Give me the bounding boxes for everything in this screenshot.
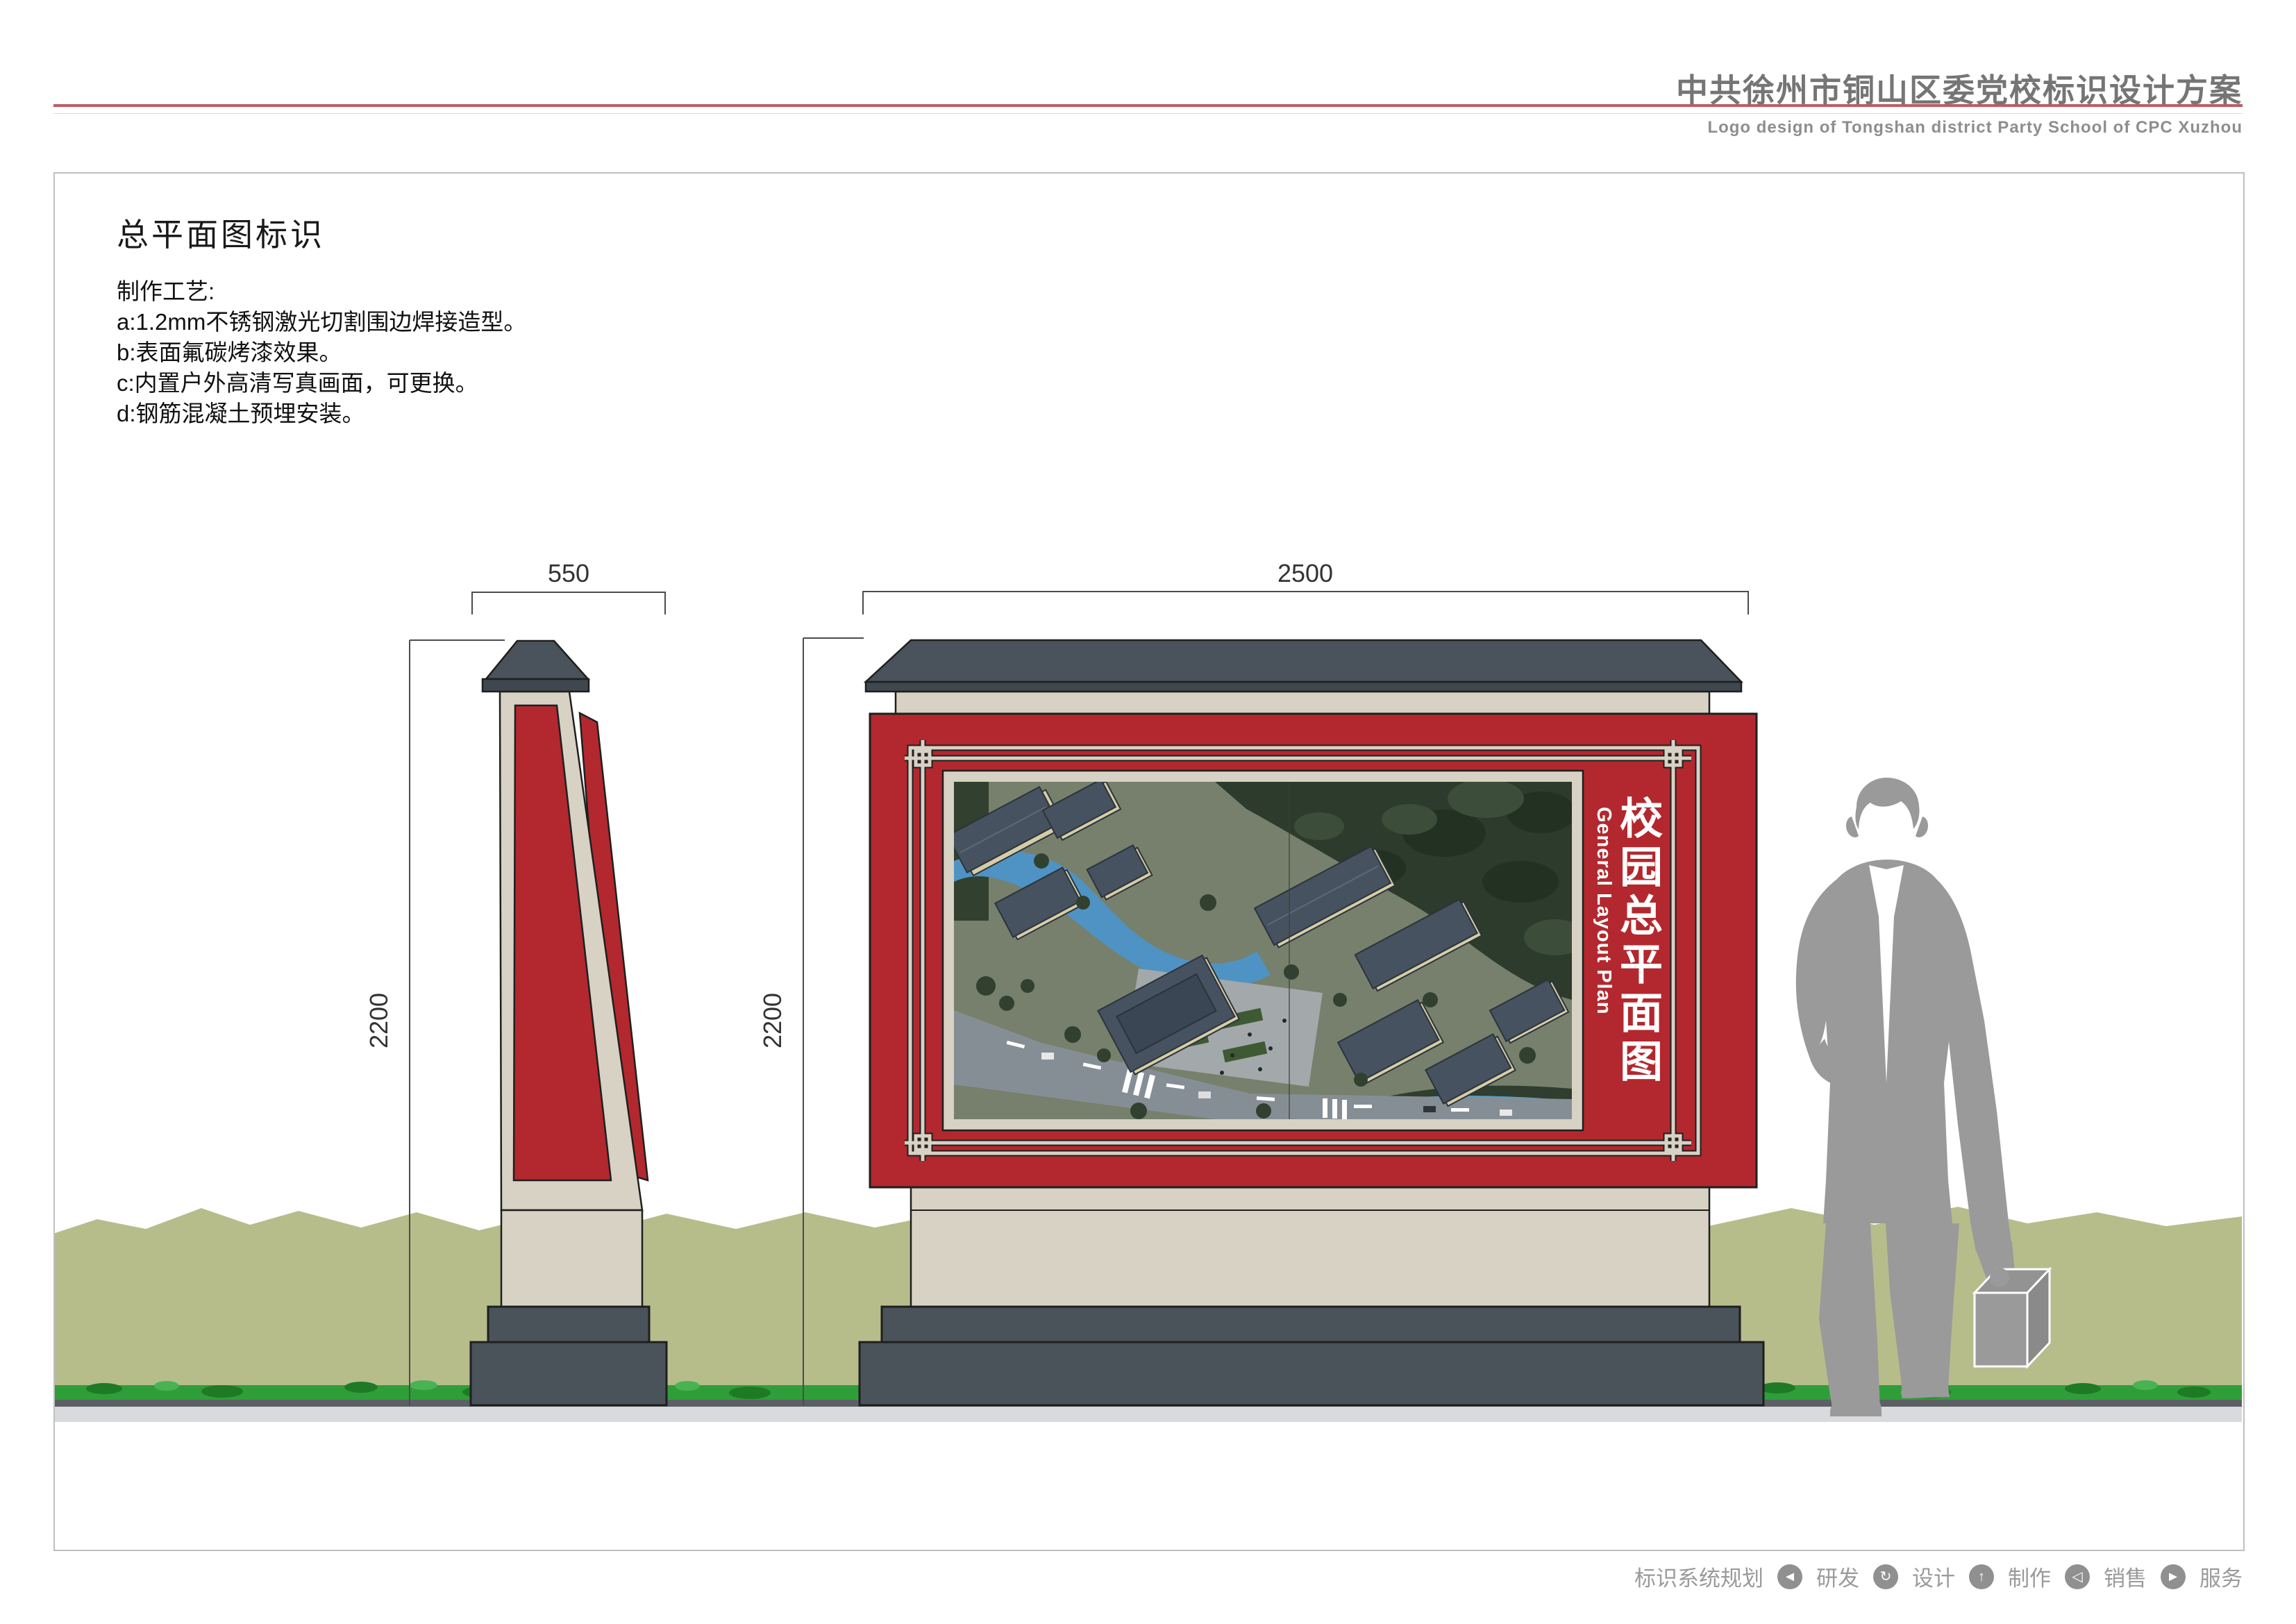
footer-step-label: 制作 — [2008, 1561, 2051, 1592]
footer-step: ◁ 销售 — [2065, 1561, 2147, 1592]
footer-step-label: 设计 — [1912, 1561, 1955, 1592]
arrow-up-circle-icon: ↑ — [1969, 1564, 1994, 1589]
design-sheet: 中共徐州市铜山区委党校标识设计方案 Logo design of Tongsha… — [0, 0, 2296, 1624]
briefcase — [1975, 1268, 2050, 1366]
sign-title-en: General Layout Plan — [1591, 807, 1615, 1022]
front-height-label: 2200 — [758, 993, 787, 1048]
front-sign-step-upper — [882, 1307, 1740, 1342]
footer-step: ► 服务 — [2161, 1561, 2243, 1592]
footer-services-bar: 标识系统规划 ◄ 研发 ↻ 设计 ↑ 制作 ◁ 销售 ► 服务 — [1634, 1561, 2243, 1592]
side-sign-cap-bar — [483, 679, 589, 692]
side-width-label: 550 — [548, 559, 589, 587]
footer-step-label: 服务 — [2199, 1561, 2243, 1592]
side-sign-cap — [486, 641, 588, 679]
ground-strip — [55, 1407, 2242, 1422]
footer-step-label: 研发 — [1816, 1561, 1859, 1592]
footer-step: ↑ 制作 — [1969, 1561, 2051, 1592]
side-sign-step-upper — [488, 1307, 649, 1342]
side-sign-base — [501, 1210, 642, 1307]
footer-brand-label: 标识系统规划 — [1634, 1561, 1763, 1592]
human-figure — [1796, 778, 2050, 1416]
side-height-label: 2200 — [364, 993, 393, 1048]
rotate-circle-icon: ↻ — [1873, 1564, 1898, 1589]
chevron-left-circle-icon: ◄ — [1777, 1564, 1802, 1589]
side-sign-step-lower — [471, 1342, 667, 1405]
footer-step: ◄ 研发 — [1777, 1561, 1859, 1592]
front-sign-top-band — [896, 692, 1709, 714]
front-sign-roof — [866, 640, 1741, 682]
front-sign-base — [911, 1187, 1709, 1307]
front-sign-roof-fascia — [866, 682, 1741, 692]
footer-step: ↻ 设计 — [1873, 1561, 1955, 1592]
dimension-front-width — [863, 592, 1748, 614]
footer-step-label: 销售 — [2104, 1561, 2147, 1592]
figure-hair — [1855, 778, 1919, 829]
triangle-left-circle-icon: ◁ — [2065, 1564, 2090, 1589]
play-right-circle-icon: ► — [2161, 1564, 2186, 1589]
elevation-drawing: 550 2500 2200 2200 — [0, 0, 2296, 1624]
front-width-label: 2500 — [1277, 559, 1333, 587]
dimension-side-width — [472, 592, 665, 614]
campus-aerial-photo — [948, 778, 1586, 1119]
sign-title-cn: 校园总平面图 — [1611, 796, 1662, 1108]
front-sign-step-lower — [860, 1342, 1763, 1405]
